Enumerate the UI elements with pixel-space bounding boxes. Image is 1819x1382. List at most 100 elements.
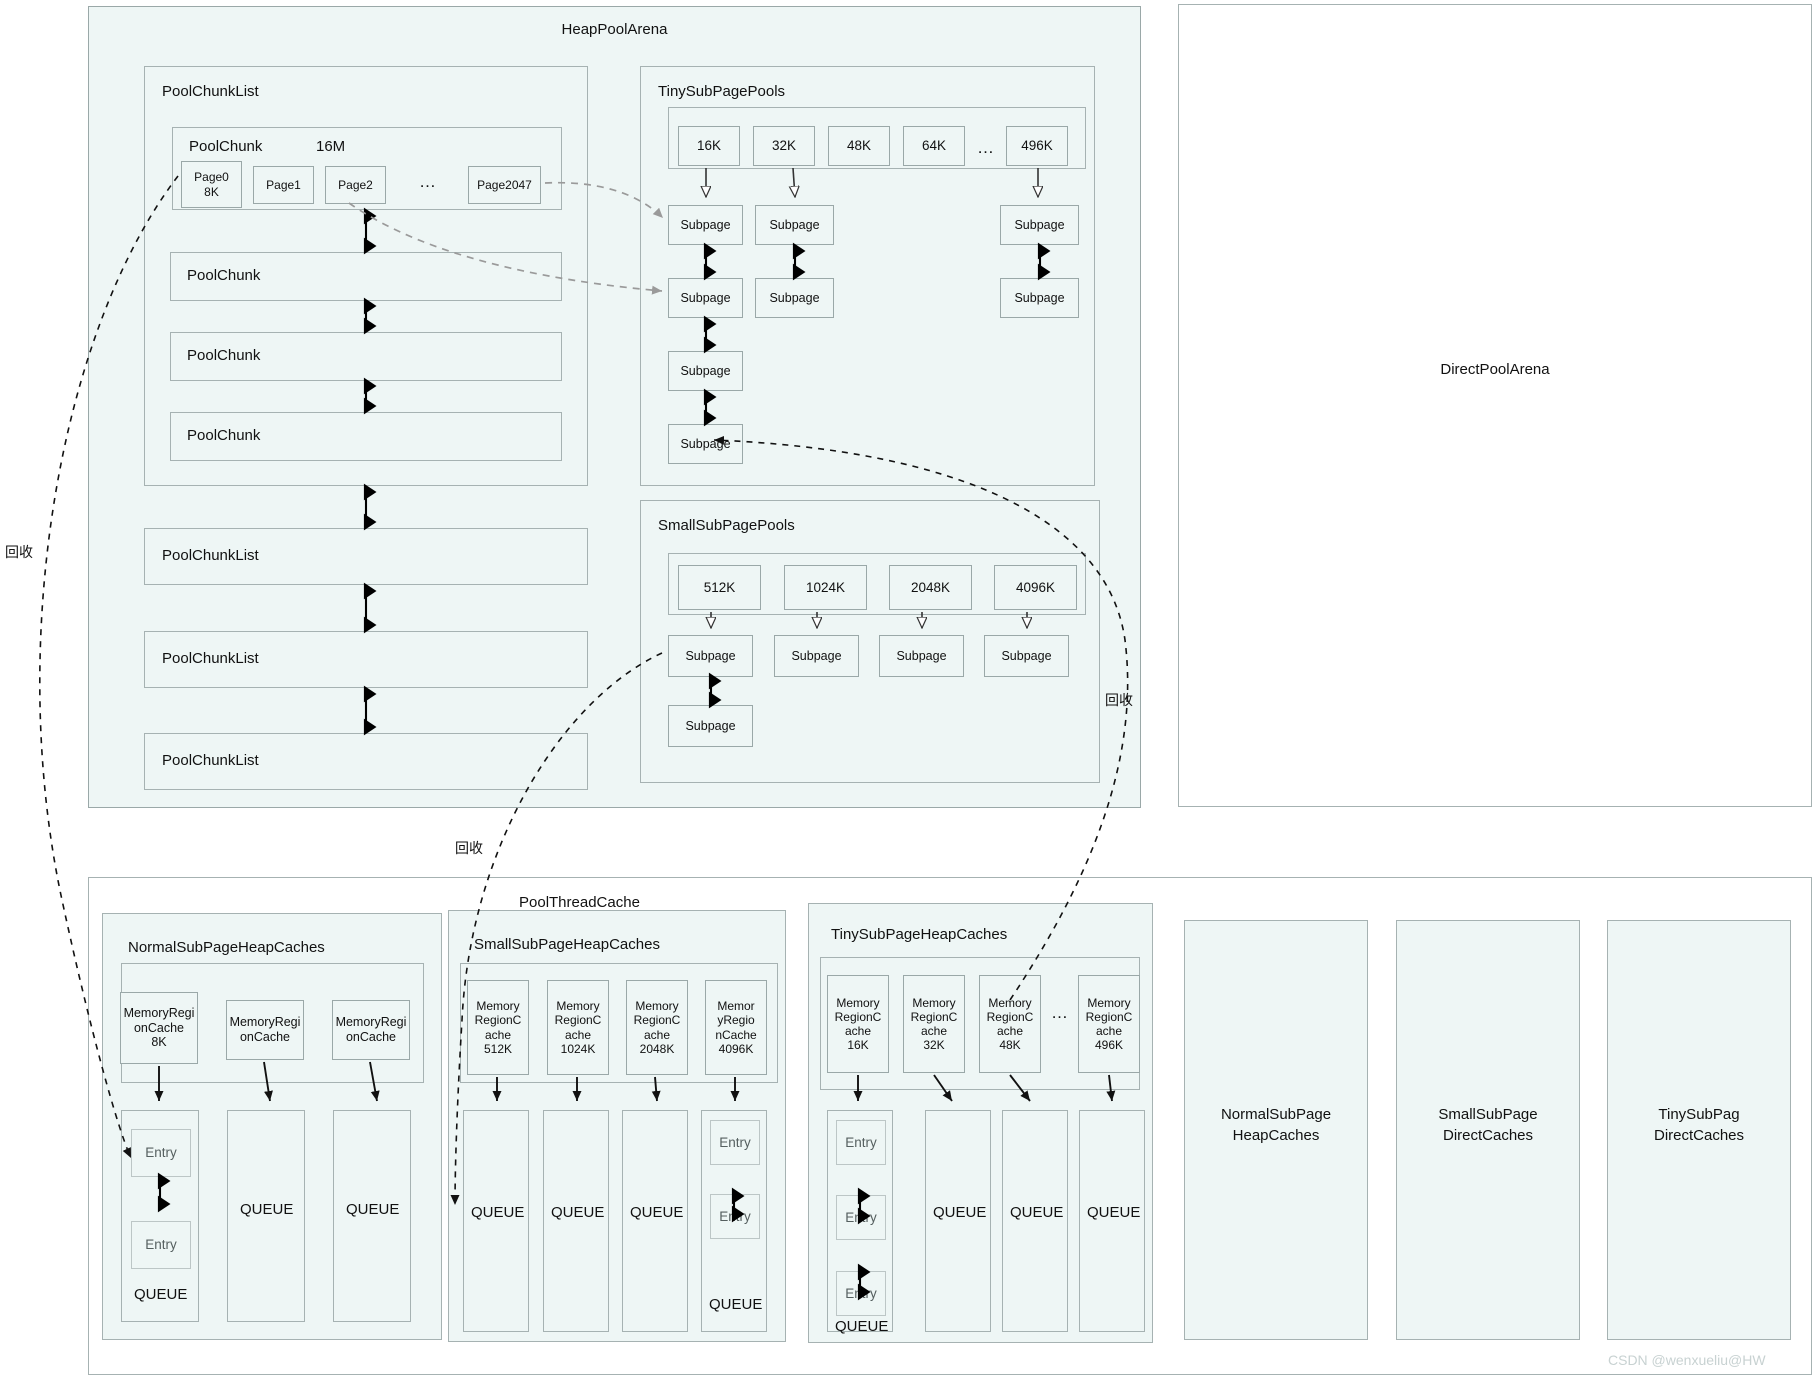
page-box-2[interactable]: Page2 (325, 166, 386, 204)
small-queue-3-entry-0[interactable]: Entry (710, 1120, 760, 1165)
small-sub-page-heap-caches-title: SmallSubPageHeapCaches (474, 936, 660, 953)
recycle-label-left: 回收 (5, 544, 33, 560)
tiny-queue-0-entry-2[interactable]: Entry (836, 1271, 886, 1316)
small-subpage-512k-1[interactable]: Subpage (668, 705, 753, 747)
small-size-1024k[interactable]: 1024K (784, 565, 867, 610)
tiny-subpage-16k-1[interactable]: Subpage (668, 278, 743, 318)
tiny-queue-1-label: QUEUE (933, 1204, 987, 1221)
direct-pool-arena-panel: DirectPoolArena (1178, 4, 1812, 807)
small-memory-region-cache-2048k[interactable]: Memory RegionC ache 2048K (626, 980, 688, 1075)
tiny-queue-2[interactable]: QUEUE (1002, 1110, 1068, 1332)
tiny-subpage-496k-0[interactable]: Subpage (1000, 205, 1079, 245)
normal-queue-0[interactable]: Entry Entry QUEUE (121, 1110, 199, 1322)
tiny-cache-0-line2: RegionC (834, 1009, 882, 1024)
tiny-memory-region-cache-48k[interactable]: Memory RegionC ache 48K (979, 975, 1041, 1073)
small-size-512k[interactable]: 512K (678, 565, 761, 610)
tiny-sub-page-direct-caches-stub[interactable]: TinySubPag DirectCaches (1607, 920, 1791, 1340)
tiny-size-ellipsis: … (977, 138, 994, 157)
normal-cache-0-line1: MemoryRegi (123, 1005, 195, 1020)
tiny-subpage-32k-0[interactable]: Subpage (755, 205, 834, 245)
tiny-cache-0-line1: Memory (836, 995, 880, 1010)
tiny-memory-region-cache-496k[interactable]: Memory RegionC ache 496K (1078, 975, 1140, 1073)
tiny-memory-region-cache-16k[interactable]: Memory RegionC ache 16K (827, 975, 889, 1073)
pool-chunk-list-3-label: PoolChunkList (162, 650, 259, 667)
small-subpage-2048k-0[interactable]: Subpage (879, 635, 964, 677)
small-queue-3-entry-1[interactable]: Entry (710, 1194, 760, 1239)
small-queue-3-label: QUEUE (709, 1296, 763, 1313)
tiny-queue-0-entry-0[interactable]: Entry (836, 1120, 886, 1165)
pool-thread-cache-title: PoolThreadCache (519, 894, 640, 911)
small-queue-1[interactable]: QUEUE (543, 1110, 609, 1332)
normal-memory-region-cache-2[interactable]: MemoryRegi onCache (332, 1000, 410, 1060)
pool-chunk-list-2-label: PoolChunkList (162, 547, 259, 564)
tiny-size-64k[interactable]: 64K (903, 126, 965, 166)
small-queue-2[interactable]: QUEUE (622, 1110, 688, 1332)
normal-cache-2-line1: MemoryRegi (335, 1015, 407, 1030)
other-cache-1-line2: DirectCaches (1442, 1127, 1534, 1144)
small-queue-0[interactable]: QUEUE (463, 1110, 529, 1332)
pool-chunk-list-title: PoolChunkList (162, 83, 259, 100)
page-box-0-line1: Page0 (194, 170, 229, 185)
small-cache-1-line3: ache (564, 1027, 592, 1042)
tiny-size-48k[interactable]: 48K (828, 126, 890, 166)
tiny-queue-3[interactable]: QUEUE (1079, 1110, 1145, 1332)
pool-chunk-4[interactable]: PoolChunk (170, 412, 562, 461)
pool-chunk-list-4[interactable]: PoolChunkList (144, 733, 588, 790)
normal-queue-0-entry-1[interactable]: Entry (131, 1221, 191, 1269)
tiny-size-496k[interactable]: 496K (1006, 126, 1068, 166)
tiny-size-16k[interactable]: 16K (678, 126, 740, 166)
small-queue-3[interactable]: Entry Entry QUEUE (701, 1110, 767, 1332)
small-subpage-4096k-0[interactable]: Subpage (984, 635, 1069, 677)
small-cache-0-line4: 512K (483, 1041, 513, 1056)
tiny-queue-0-entry-1[interactable]: Entry (836, 1195, 886, 1240)
small-cache-3-line1: Memor (717, 999, 755, 1014)
tiny-subpage-496k-1[interactable]: Subpage (1000, 278, 1079, 318)
tiny-queue-0[interactable]: Entry Entry Entry QUEUE (827, 1110, 893, 1335)
normal-queue-0-entry-0[interactable]: Entry (131, 1129, 191, 1177)
tiny-subpage-32k-1[interactable]: Subpage (755, 278, 834, 318)
page-box-1[interactable]: Page1 (253, 166, 314, 204)
tiny-subpage-16k-3[interactable]: Subpage (668, 424, 743, 464)
pool-chunk-2[interactable]: PoolChunk (170, 252, 562, 301)
tiny-size-32k[interactable]: 32K (753, 126, 815, 166)
page-box-2047[interactable]: Page2047 (468, 166, 541, 204)
small-cache-1-line4: 1024K (560, 1041, 596, 1056)
small-cache-0-line2: RegionC (474, 1013, 522, 1028)
pool-chunk-3[interactable]: PoolChunk (170, 332, 562, 381)
normal-memory-region-cache-8k[interactable]: MemoryRegi onCache 8K (120, 992, 198, 1064)
small-size-2048k[interactable]: 2048K (889, 565, 972, 610)
tiny-queue-2-label: QUEUE (1010, 1204, 1064, 1221)
small-memory-region-cache-1024k[interactable]: Memory RegionC ache 1024K (547, 980, 609, 1075)
tiny-queue-1[interactable]: QUEUE (925, 1110, 991, 1332)
pool-chunk-list-3[interactable]: PoolChunkList (144, 631, 588, 688)
tiny-sub-page-pools-title: TinySubPagePools (658, 83, 786, 100)
normal-cache-0-line3: 8K (151, 1035, 167, 1050)
small-memory-region-cache-512k[interactable]: Memory RegionC ache 512K (467, 980, 529, 1075)
pool-chunk-list-2[interactable]: PoolChunkList (144, 528, 588, 585)
tiny-subpage-16k-0[interactable]: Subpage (668, 205, 743, 245)
small-cache-2-line4: 2048K (639, 1041, 675, 1056)
tiny-cache-1-line3: ache (920, 1024, 948, 1038)
normal-queue-1[interactable]: QUEUE (227, 1110, 305, 1322)
normal-memory-region-cache-1[interactable]: MemoryRegi onCache (226, 1000, 304, 1060)
normal-sub-page-heap-caches-stub[interactable]: NormalSubPage HeapCaches (1184, 920, 1368, 1340)
pool-chunk-4-label: PoolChunk (187, 427, 261, 444)
pool-chunk-2-label: PoolChunk (187, 267, 261, 284)
small-cache-1-line2: RegionC (554, 1013, 602, 1028)
watermark: CSDN @wenxueliu@HW (1608, 1352, 1766, 1368)
normal-queue-2[interactable]: QUEUE (333, 1110, 411, 1322)
other-cache-0-line1: NormalSubPage (1220, 1106, 1332, 1123)
tiny-memory-region-cache-32k[interactable]: Memory RegionC ache 32K (903, 975, 965, 1073)
small-size-4096k[interactable]: 4096K (994, 565, 1077, 610)
tiny-cache-3-line1: Memory (1087, 995, 1131, 1010)
tiny-subpage-16k-2[interactable]: Subpage (668, 351, 743, 391)
small-memory-region-cache-4096k[interactable]: Memor yRegio nCache 4096K (705, 980, 767, 1075)
pool-chunk-size: 16M (316, 138, 346, 155)
tiny-cache-1-line2: RegionC (910, 1009, 958, 1024)
small-subpage-1024k-0[interactable]: Subpage (774, 635, 859, 677)
tiny-queue-0-label: QUEUE (835, 1318, 889, 1335)
small-sub-page-direct-caches-stub[interactable]: SmallSubPage DirectCaches (1396, 920, 1580, 1340)
tiny-cache-2-line2: RegionC (986, 1009, 1034, 1024)
page-box-0[interactable]: Page0 8K (181, 161, 242, 208)
small-subpage-512k-0[interactable]: Subpage (668, 635, 753, 677)
